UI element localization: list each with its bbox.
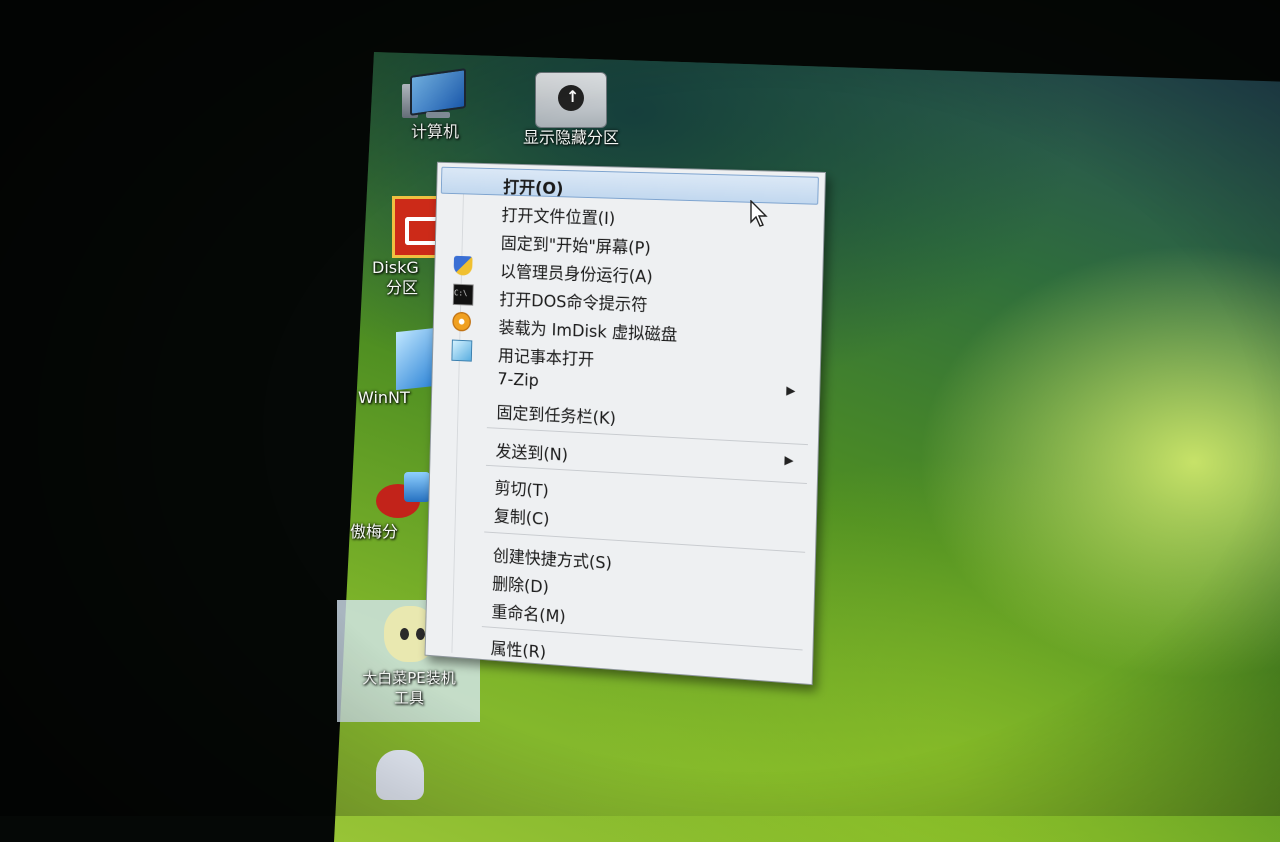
desktop-icon-label: 显示隐藏分区 — [522, 128, 619, 147]
desktop-icon-ghost[interactable] — [354, 746, 444, 802]
menu-item-label: 固定到任务栏(K) — [496, 403, 617, 430]
submenu-arrow-icon: ▶ — [786, 383, 796, 398]
ghost-icon — [368, 746, 430, 802]
desktop-icon-label: 计算机 — [410, 122, 459, 141]
desktop-icon-computer[interactable]: 计算机 — [380, 68, 490, 142]
desktop-icon-winnt[interactable]: WinNT — [358, 327, 438, 408]
desktop-icon-label: 工具 — [393, 689, 424, 707]
menu-item-label: 7-Zip — [497, 369, 540, 392]
aomei-partition-icon — [376, 472, 436, 522]
notepad-icon — [451, 339, 473, 362]
submenu-arrow-icon: ▶ — [784, 452, 794, 468]
menu-item-label: 重命名(M) — [491, 602, 566, 628]
menu-item-label: 剪切(T) — [494, 478, 549, 502]
menu-item-label: 打开文件位置(I) — [501, 206, 616, 230]
disc-icon — [452, 311, 472, 332]
mouse-cursor-icon — [750, 200, 768, 227]
uac-shield-icon — [453, 255, 473, 276]
desktop-icon-aomei[interactable]: 傲梅分 — [350, 472, 440, 542]
menu-item-label: 属性(R) — [490, 639, 547, 663]
computer-icon — [402, 68, 468, 122]
partition-icon: ↑ — [535, 72, 607, 128]
windows-setup-icon — [396, 327, 436, 391]
desktop-icon-label: 大白菜PE装机 — [362, 669, 456, 687]
desktop-icon-show-hidden-partition[interactable]: ↑ 显示隐藏分区 — [516, 72, 626, 148]
context-menu: 打开(O) 打开文件位置(I) 固定到"开始"屏幕(P) 以管理员身份运行(A)… — [424, 161, 826, 686]
menu-item-label: 复制(C) — [493, 506, 550, 530]
menu-item-label: 打开(O) — [502, 178, 564, 200]
desktop-icon-label: WinNT — [358, 388, 410, 407]
menu-item-label: 发送到(N) — [495, 442, 569, 466]
command-prompt-icon: C:\ — [452, 283, 474, 306]
